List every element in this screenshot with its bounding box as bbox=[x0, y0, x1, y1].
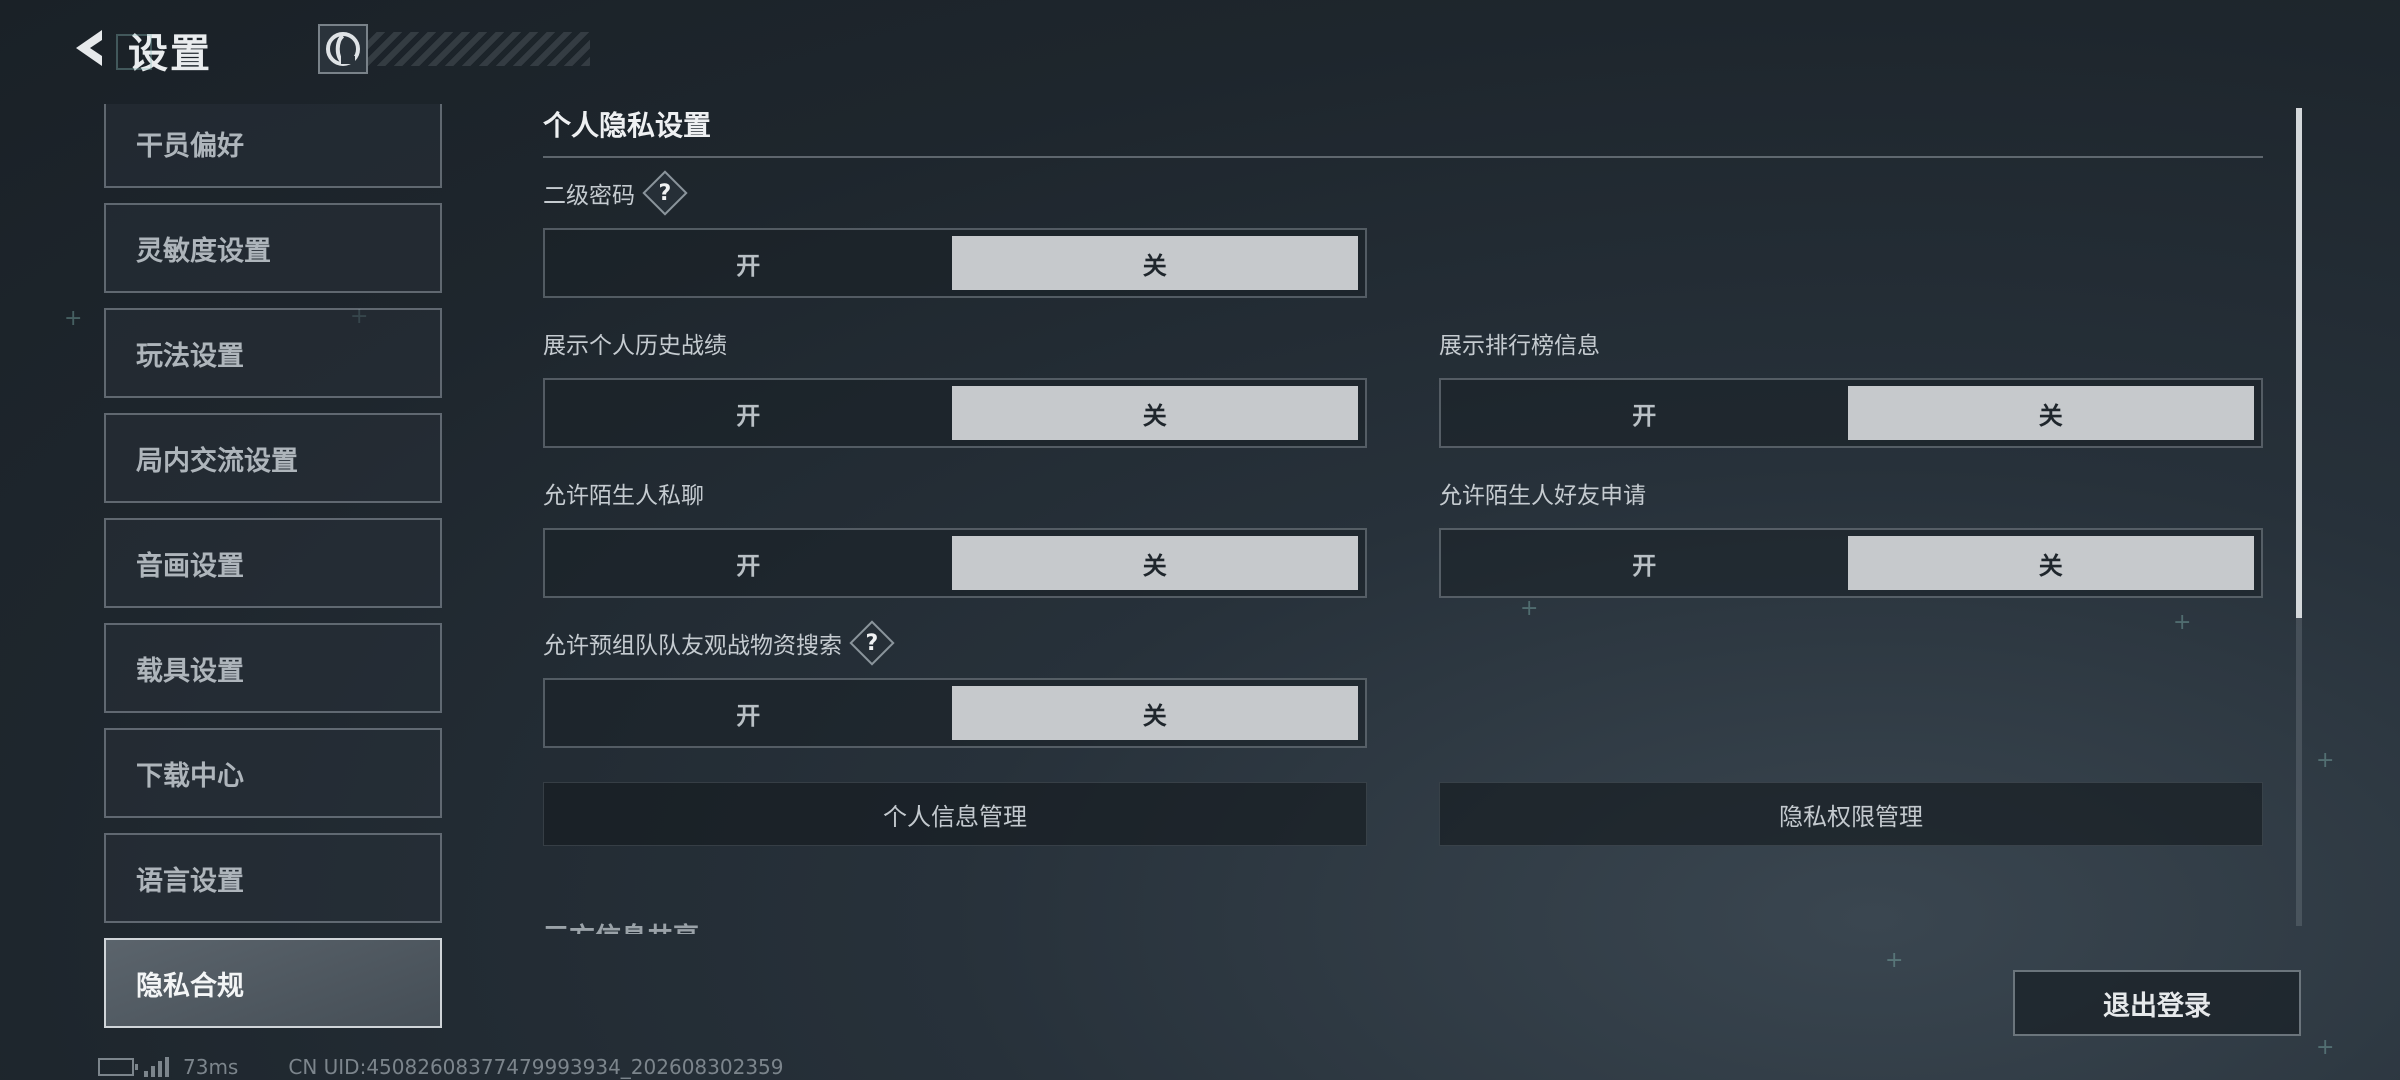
setting-label-text: 二级密码 bbox=[543, 183, 635, 209]
help-icon[interactable]: ? bbox=[849, 620, 895, 666]
sidebar-item-label: 局内交流设置 bbox=[136, 445, 298, 477]
sidebar-item-label: 玩法设置 bbox=[136, 340, 244, 372]
toggle-option-on[interactable]: 开 bbox=[545, 380, 952, 446]
setting-label-teammate-spectate-loot: 允许预组队队友观战物资搜索 ? bbox=[543, 620, 895, 666]
back-arrow-icon bbox=[68, 26, 108, 74]
sidebar-item-label: 语言设置 bbox=[136, 865, 244, 897]
toggle-option-on[interactable]: 开 bbox=[545, 680, 952, 746]
setting-label-text: 展示个人历史战绩 bbox=[543, 333, 727, 359]
settings-sidebar: 干员偏好 灵敏度设置 玩法设置 局内交流设置 音画设置 载具设置 下载中心 语言… bbox=[104, 104, 442, 1037]
toggle-option-off[interactable]: 关 bbox=[1847, 536, 2254, 590]
status-bar: 73ms CN UID:45082608377479993934_2026083… bbox=[98, 1054, 784, 1080]
decor-plus: + bbox=[1885, 948, 1904, 973]
sidebar-item-in-game-communication[interactable]: 局内交流设置 bbox=[104, 413, 442, 503]
toggle-stranger-chat: 开 关 bbox=[543, 528, 1367, 598]
toggle-teammate-spectate-loot: 开 关 bbox=[543, 678, 1367, 748]
setting-label-show-history: 展示个人历史战绩 bbox=[543, 326, 727, 360]
toggle-secondary-password: 开 关 bbox=[543, 228, 1367, 298]
toggle-show-leaderboard: 开 关 bbox=[1439, 378, 2263, 448]
setting-label-text: 展示排行榜信息 bbox=[1439, 333, 1600, 359]
logout-button[interactable]: 退出登录 bbox=[2013, 970, 2301, 1036]
battery-icon bbox=[98, 1058, 138, 1076]
privacy-settings-panel: 个人隐私设置 二级密码 ? 开 关 展示个人历史战绩 开 关 展示排行榜信息 开… bbox=[543, 104, 2263, 934]
toggle-show-history: 开 关 bbox=[543, 378, 1367, 448]
sidebar-item-vehicle[interactable]: 载具设置 bbox=[104, 623, 442, 713]
setting-label-secondary-password: 二级密码 ? bbox=[543, 170, 688, 216]
setting-label-stranger-chat: 允许陌生人私聊 bbox=[543, 476, 704, 510]
sidebar-item-download-center[interactable]: 下载中心 bbox=[104, 728, 442, 818]
sidebar-item-language[interactable]: 语言设置 bbox=[104, 833, 442, 923]
header-stripe-decor bbox=[360, 32, 590, 66]
setting-label-text: 允许预组队队友观战物资搜索 bbox=[543, 633, 842, 659]
sidebar-item-label: 载具设置 bbox=[136, 655, 244, 687]
sidebar-item-label: 音画设置 bbox=[136, 550, 244, 582]
toggle-option-on[interactable]: 开 bbox=[1441, 380, 1848, 446]
sidebar-item-operator-preference[interactable]: 干员偏好 bbox=[104, 104, 442, 188]
toggle-option-on[interactable]: 开 bbox=[545, 230, 952, 296]
toggle-option-on[interactable]: 开 bbox=[1441, 530, 1848, 596]
game-logo-icon bbox=[318, 24, 368, 74]
top-header: 设置 bbox=[60, 18, 590, 82]
toggle-option-off[interactable]: 关 bbox=[951, 686, 1358, 740]
personal-info-management-button[interactable]: 个人信息管理 bbox=[543, 782, 1367, 846]
sidebar-item-label: 隐私合规 bbox=[136, 970, 244, 1002]
next-section-title-partial: 三方信息共享 bbox=[543, 917, 699, 934]
help-icon[interactable]: ? bbox=[642, 170, 688, 216]
decor-plus: + bbox=[64, 306, 83, 331]
toggle-stranger-friend-request: 开 关 bbox=[1439, 528, 2263, 598]
content-scrollbar[interactable] bbox=[2296, 108, 2302, 926]
toggle-option-off[interactable]: 关 bbox=[951, 386, 1358, 440]
toggle-option-off[interactable]: 关 bbox=[951, 236, 1358, 290]
setting-label-text: 允许陌生人私聊 bbox=[543, 483, 704, 509]
decor-plus: + bbox=[2316, 748, 2335, 773]
header-corner-bracket bbox=[116, 34, 152, 70]
toggle-option-off[interactable]: 关 bbox=[1847, 386, 2254, 440]
sidebar-item-audio-video[interactable]: 音画设置 bbox=[104, 518, 442, 608]
sidebar-item-label: 下载中心 bbox=[136, 760, 244, 792]
setting-label-show-leaderboard: 展示排行榜信息 bbox=[1439, 326, 1600, 360]
scrollbar-thumb[interactable] bbox=[2296, 108, 2302, 618]
sidebar-item-gameplay[interactable]: 玩法设置 bbox=[104, 308, 442, 398]
ping-value: 73ms bbox=[183, 1055, 239, 1079]
privacy-permission-management-button[interactable]: 隐私权限管理 bbox=[1439, 782, 2263, 846]
back-button[interactable] bbox=[60, 22, 116, 78]
sidebar-item-privacy-compliance[interactable]: 隐私合规 bbox=[104, 938, 442, 1028]
toggle-option-on[interactable]: 开 bbox=[545, 530, 952, 596]
setting-label-stranger-friend-request: 允许陌生人好友申请 bbox=[1439, 476, 1646, 510]
sidebar-item-label: 干员偏好 bbox=[136, 130, 244, 162]
sidebar-item-sensitivity[interactable]: 灵敏度设置 bbox=[104, 203, 442, 293]
decor-plus: + bbox=[2316, 1035, 2335, 1060]
uid-text: CN UID:45082608377479993934_202608302359 bbox=[288, 1055, 784, 1079]
toggle-option-off[interactable]: 关 bbox=[951, 536, 1358, 590]
signal-icon bbox=[144, 1057, 169, 1077]
sidebar-item-label: 灵敏度设置 bbox=[136, 235, 271, 267]
setting-label-text: 允许陌生人好友申请 bbox=[1439, 483, 1646, 509]
section-title: 个人隐私设置 bbox=[543, 104, 2263, 158]
